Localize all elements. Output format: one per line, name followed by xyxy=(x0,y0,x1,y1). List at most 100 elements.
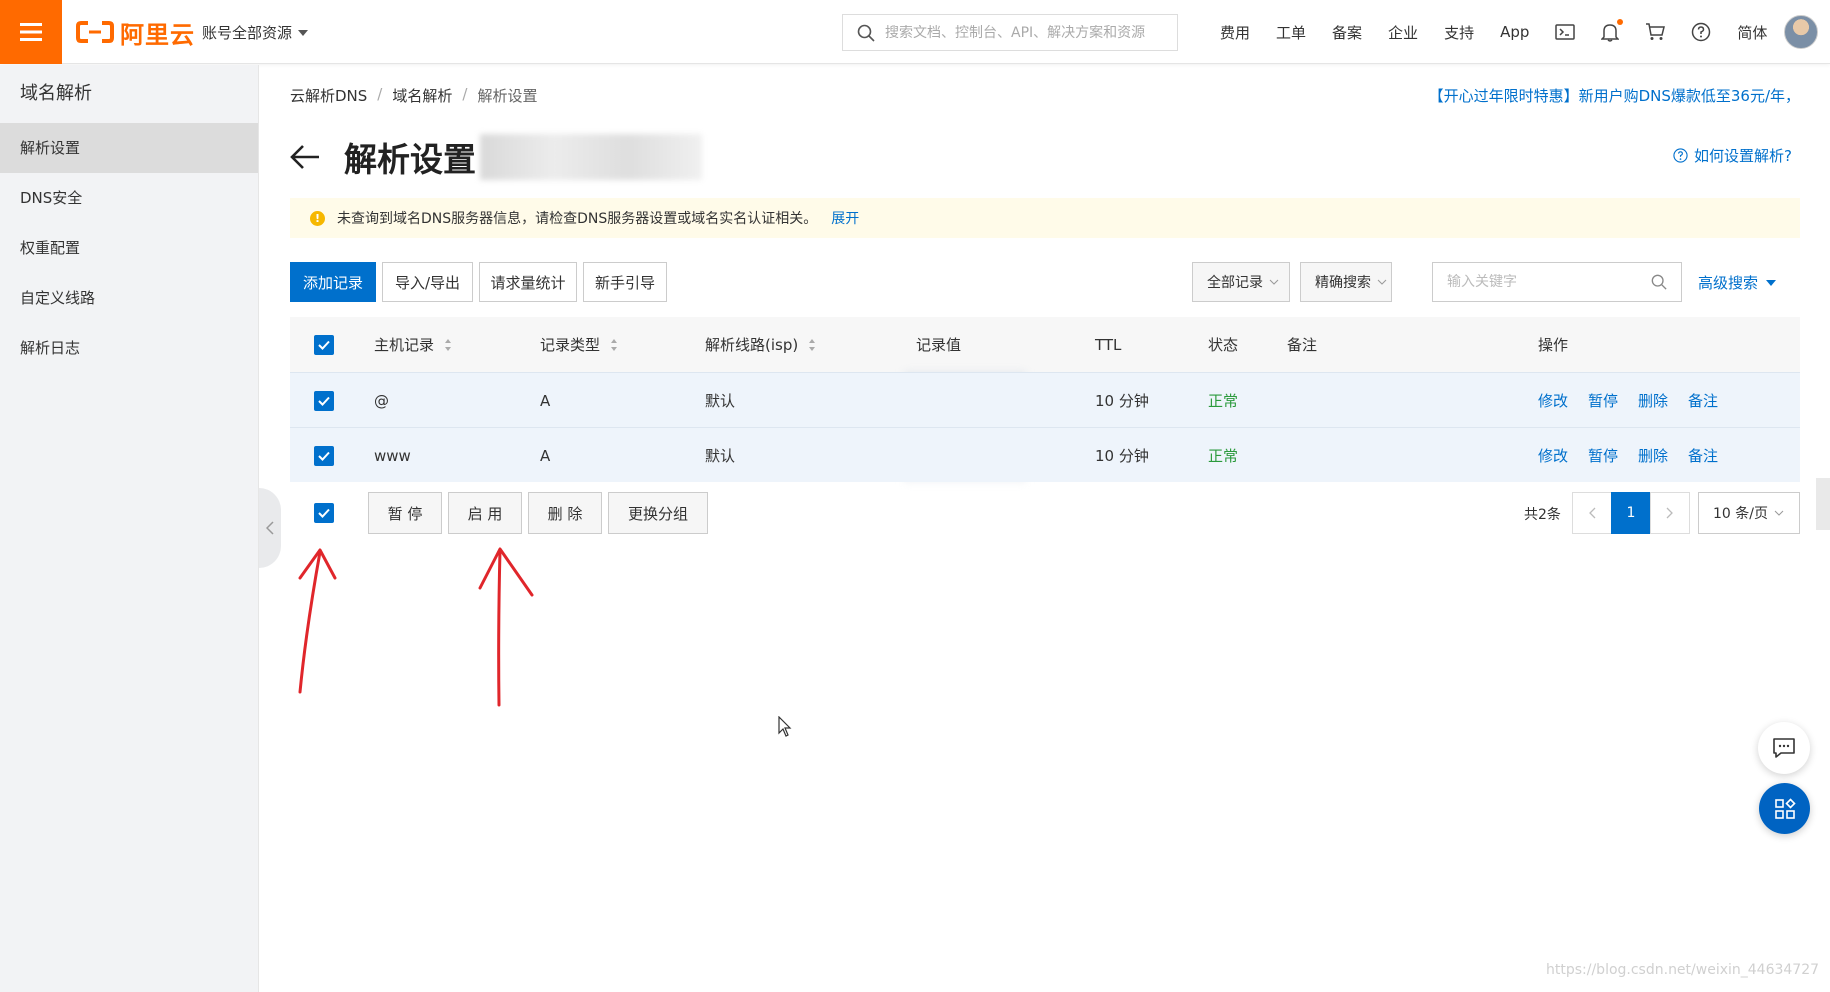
batch-enable-button[interactable]: 启 用 xyxy=(448,492,522,534)
nav-tickets[interactable]: 工单 xyxy=(1276,22,1306,43)
page-header: 解析设置 xyxy=(290,133,702,181)
row-checkbox[interactable] xyxy=(314,428,334,483)
page-size-select[interactable]: 10 条/页 xyxy=(1698,492,1800,534)
host-cell: www xyxy=(374,446,411,465)
line-cell: 默认 xyxy=(705,447,736,465)
delete-link[interactable]: 删除 xyxy=(1638,445,1668,466)
sidebar-item-custom-line[interactable]: 自定义线路 xyxy=(0,273,258,323)
check-icon xyxy=(318,396,330,406)
page-title: 解析设置 xyxy=(344,140,476,179)
column-ttl: TTL xyxy=(1095,335,1122,354)
ttl-cell: 10 分钟 xyxy=(1095,447,1149,465)
select-all-checkbox[interactable] xyxy=(314,317,334,372)
edit-link[interactable]: 修改 xyxy=(1538,445,1568,466)
nav-app[interactable]: App xyxy=(1500,23,1529,41)
question-circle-icon xyxy=(1673,148,1688,163)
check-icon xyxy=(318,340,330,350)
ttl-cell: 10 分钟 xyxy=(1095,392,1149,410)
avatar[interactable] xyxy=(1784,15,1818,49)
breadcrumb-separator: / xyxy=(377,85,383,103)
column-line-label: 解析线路(isp) xyxy=(705,336,799,354)
chevron-left-icon xyxy=(1589,507,1596,519)
search-icon[interactable] xyxy=(1651,274,1667,290)
remark-link[interactable]: 备注 xyxy=(1688,390,1718,411)
column-operations: 操作 xyxy=(1538,336,1569,354)
notice-text: 未查询到域名DNS服务器信息，请检查DNS服务器设置或域名实名认证相关。 xyxy=(337,211,818,227)
sidebar-item-weight-config[interactable]: 权重配置 xyxy=(0,223,258,273)
bell-icon[interactable] xyxy=(1601,19,1624,42)
pause-link[interactable]: 暂停 xyxy=(1588,390,1618,411)
sidebar-item-resolution-log[interactable]: 解析日志 xyxy=(0,323,258,373)
menu-icon[interactable] xyxy=(0,0,62,64)
prev-page-button[interactable] xyxy=(1572,492,1612,534)
top-nav-links: 费用 工单 备案 企业 支持 App 简体 xyxy=(1220,0,1793,64)
row-checkbox[interactable] xyxy=(314,373,334,428)
account-resource-selector[interactable]: 账号全部资源 xyxy=(202,22,309,43)
column-type[interactable]: 记录类型 xyxy=(540,317,618,372)
advanced-search-label: 高级搜索 xyxy=(1698,274,1759,292)
import-export-button[interactable]: 导入/导出 xyxy=(382,262,473,302)
back-arrow-icon[interactable] xyxy=(290,140,324,174)
arrowhead xyxy=(478,547,534,597)
page-button-current[interactable]: 1 xyxy=(1611,492,1651,534)
change-group-button[interactable]: 更换分组 xyxy=(608,492,708,534)
request-stats-button[interactable]: 请求量统计 xyxy=(479,262,577,302)
column-line[interactable]: 解析线路(isp) xyxy=(705,317,816,372)
pause-link[interactable]: 暂停 xyxy=(1588,445,1618,466)
cart-icon[interactable] xyxy=(1645,23,1666,41)
sidebar-item-dns-security[interactable]: DNS安全 xyxy=(0,173,258,223)
breadcrumb-domain-resolution[interactable]: 域名解析 xyxy=(392,85,452,106)
global-search[interactable] xyxy=(842,14,1178,51)
record-filter-select[interactable]: 全部记录 xyxy=(1192,262,1290,302)
nav-icp-filing[interactable]: 备案 xyxy=(1332,22,1362,43)
nav-support[interactable]: 支持 xyxy=(1444,22,1474,43)
keyword-search-box[interactable] xyxy=(1432,262,1682,302)
chevron-right-icon xyxy=(1666,507,1673,519)
add-record-button[interactable]: 添加记录 xyxy=(290,262,376,302)
help-link-text: 如何设置解析? xyxy=(1694,147,1792,165)
dns-records-table: 主机记录 记录类型 解析线路(isp) 记录值 TTL 状态 备注 操作 @ A… xyxy=(290,317,1800,482)
quick-apps-button[interactable] xyxy=(1759,783,1810,834)
side-scroll-tab[interactable] xyxy=(1816,478,1830,530)
mouse-cursor-icon xyxy=(778,716,792,737)
chevron-left-icon xyxy=(266,521,274,535)
delete-link[interactable]: 删除 xyxy=(1638,390,1668,411)
aliyun-logo-icon xyxy=(76,21,114,43)
global-search-input[interactable] xyxy=(885,24,1165,41)
edit-link[interactable]: 修改 xyxy=(1538,390,1568,411)
terminal-icon[interactable] xyxy=(1555,24,1576,40)
breadcrumb-current: 解析设置 xyxy=(477,87,538,105)
watermark: https://blog.csdn.net/weixin_44634727 xyxy=(1546,962,1820,978)
batch-select-checkbox[interactable] xyxy=(314,503,334,523)
beginner-guide-button[interactable]: 新手引导 xyxy=(583,262,667,302)
keyword-search-input[interactable] xyxy=(1447,274,1651,290)
next-page-button[interactable] xyxy=(1650,492,1690,534)
sort-icon xyxy=(809,338,816,351)
row-operations: 修改 暂停 删除 备注 xyxy=(1538,373,1738,428)
status-cell: 正常 xyxy=(1208,447,1239,465)
how-to-set-resolution-link[interactable]: 如何设置解析? xyxy=(1673,145,1792,166)
batch-delete-button[interactable]: 删 除 xyxy=(528,492,602,534)
sidebar-item-resolution-settings[interactable]: 解析设置 xyxy=(0,123,258,173)
search-mode-select[interactable]: 精确搜索 xyxy=(1300,262,1392,302)
remark-link[interactable]: 备注 xyxy=(1688,445,1718,466)
nav-enterprise[interactable]: 企业 xyxy=(1388,22,1418,43)
notice-expand-link[interactable]: 展开 xyxy=(831,208,859,228)
breadcrumb-cloud-dns[interactable]: 云解析DNS xyxy=(290,85,367,106)
help-icon[interactable] xyxy=(1691,22,1711,42)
aliyun-logo[interactable]: 阿里云 xyxy=(76,16,195,49)
column-remark: 备注 xyxy=(1287,336,1318,354)
table-header: 主机记录 记录类型 解析线路(isp) 记录值 TTL 状态 备注 操作 xyxy=(290,317,1800,372)
advanced-search-toggle[interactable]: 高级搜索 xyxy=(1698,272,1777,293)
sidebar-collapse-handle[interactable] xyxy=(259,488,281,568)
batch-pause-button[interactable]: 暂 停 xyxy=(368,492,442,534)
table-body: @ A 默认 10 分钟 正常 修改 暂停 删除 备注 www A 默认 10 … xyxy=(290,372,1800,482)
language-switch[interactable]: 简体 xyxy=(1737,22,1767,43)
nav-billing[interactable]: 费用 xyxy=(1220,22,1250,43)
column-host[interactable]: 主机记录 xyxy=(374,317,452,372)
chat-button[interactable] xyxy=(1758,722,1810,774)
apps-grid-icon xyxy=(1774,797,1796,819)
total-count: 共2条 xyxy=(1524,507,1561,523)
column-type-label: 记录类型 xyxy=(540,336,601,354)
promo-link[interactable]: 【开心过年限时特惠】新用户购DNS爆款低至36元/年， xyxy=(1420,85,1800,106)
